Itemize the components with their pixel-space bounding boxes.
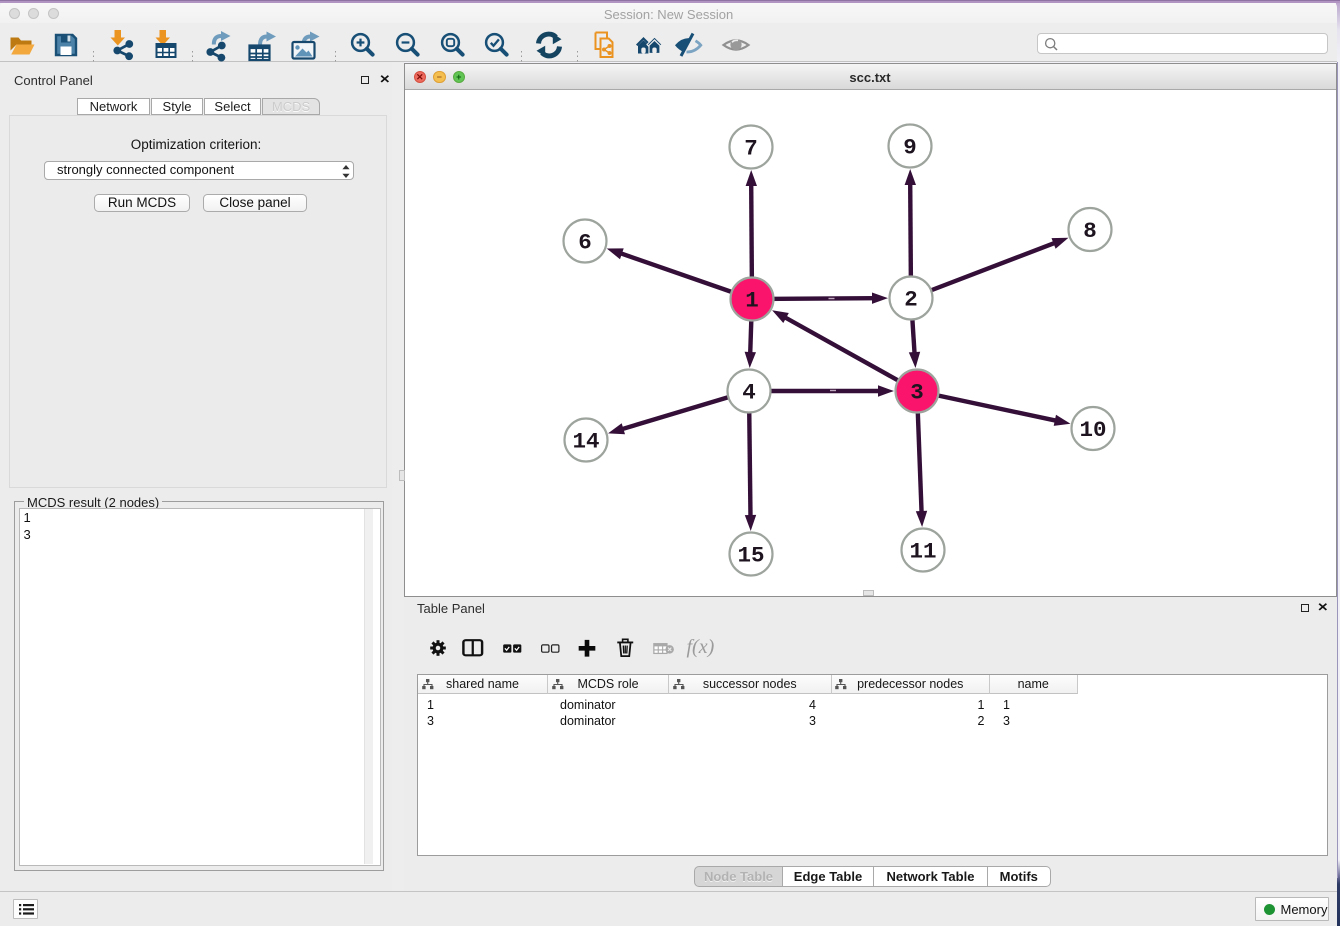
svg-text:10: 10 xyxy=(1079,417,1106,443)
svg-text:14: 14 xyxy=(572,429,599,455)
svg-text:15: 15 xyxy=(737,543,764,569)
svg-text:9: 9 xyxy=(903,135,917,161)
svg-text:8: 8 xyxy=(1083,218,1097,244)
svg-text:3: 3 xyxy=(910,380,924,406)
svg-text:6: 6 xyxy=(578,230,592,256)
svg-text:2: 2 xyxy=(904,287,918,313)
svg-text:4: 4 xyxy=(742,380,756,406)
svg-text:11: 11 xyxy=(909,539,936,565)
svg-text:7: 7 xyxy=(744,136,758,162)
svg-text:1: 1 xyxy=(745,288,759,314)
